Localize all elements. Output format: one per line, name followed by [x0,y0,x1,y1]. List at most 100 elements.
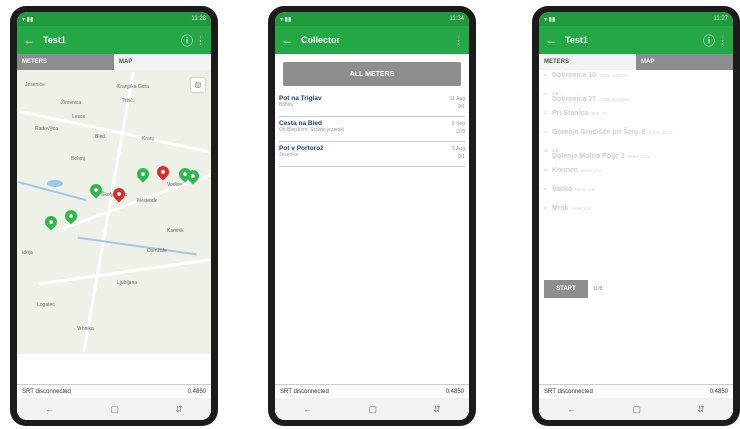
status-bar: ▾ ▮▮ 11:27 [539,12,733,26]
meter-row[interactable]: 17 Mrak Meter info [543,205,729,224]
tab-meters[interactable]: METERS [17,54,114,70]
tab-meters[interactable]: METERS [539,54,636,70]
map-label: Bohinj [71,156,85,162]
meter-name: Dolenje Motno Polje 2 [552,153,625,160]
meter-row[interactable]: 12 Pri Stanica Stan 10 [543,110,729,129]
connection-status: SRT disconnected [280,388,329,395]
map-view[interactable]: Jesenice Kranjska Gora Žirovnica Tržič L… [17,70,211,354]
map-label: Jesenice [25,82,45,88]
meter-number: 17 [543,205,548,210]
nav-home-icon[interactable]: ▢ [110,404,119,415]
nav-recents-icon[interactable]: ⇵ [175,404,183,415]
meter-detail: Stan 10 [591,111,607,116]
connection-bar: SRT disconnected 0.4850 [275,384,469,398]
meter-pin-red[interactable] [154,163,172,181]
info-icon[interactable]: ⓘ [701,32,717,49]
nav-back-icon[interactable]: ← [303,404,312,414]
phone-map: ▾ ▮▮ 11:28 ← Test1 ⓘ ⋮ METERS MAP Jeseni… [10,6,218,426]
map-label: Medvode [137,198,158,204]
all-meters-button[interactable]: ALL METERS [283,62,461,86]
collector-item[interactable]: Pot na Triglav Bohinj 11 Aug 0/1 [279,92,465,117]
item-count: 11/9 [455,129,465,135]
meter-row[interactable]: 14 4.8 Dolenje Motno Polje 2 Meter data [543,148,729,167]
item-date: 5 Aug [452,146,465,152]
meter-row[interactable]: 15 Kremen Meter info [543,167,729,186]
item-count: 0/1 [458,154,465,160]
nav-back-icon[interactable]: ← [567,404,576,414]
start-count: 11/8 [593,286,603,292]
app-bar: ← Collector ⋮ [275,26,469,54]
status-bar: ▾ ▮▮ 11:28 [17,12,211,26]
nav-back-icon[interactable]: ← [45,404,54,414]
meter-pin-green[interactable] [134,165,152,183]
start-button[interactable]: START [544,280,588,298]
meter-number: 15 [543,167,548,172]
meter-name: Dobrovica 10 [552,72,596,79]
tab-map[interactable]: MAP [636,54,733,70]
info-icon[interactable]: ⓘ [179,32,195,49]
tab-bar: METERS MAP [17,54,211,70]
status-time: 11:28 [191,16,206,22]
connection-value: 0.4850 [445,388,464,395]
status-bar: ▾ ▮▮ 11:34 [275,12,469,26]
screen: ▾ ▮▮ 11:34 ← Collector ⋮ ALL METERS Pot … [275,12,469,420]
map-label: Tržič [122,98,133,104]
meter-detail: Some address [598,73,628,78]
back-arrow-icon[interactable]: ← [23,33,43,47]
nav-home-icon[interactable]: ▢ [368,404,377,415]
meter-detail: Meter info [581,168,602,173]
android-nav-bar: ← ▢ ⇵ [17,398,211,420]
meter-name: Pri Stanica [552,110,589,117]
meter-row[interactable]: 16 Vasko Meter info [543,186,729,205]
back-arrow-icon[interactable]: ← [281,33,301,47]
location-button[interactable]: ◎ [191,78,205,92]
meter-name: Kremen [552,167,579,174]
more-menu-icon[interactable]: ⋮ [453,34,464,47]
signal-icon: ▾ ▮▮ [280,16,292,23]
status-time: 11:34 [449,16,464,22]
collector-item[interactable]: Pot v Portorož Jesenice 5 Aug 0/1 [279,142,465,167]
meter-row[interactable]: 13 Gorenje Gradišče pri Šenj. 6 Some plac… [543,129,729,148]
item-sub: Ob Blejskem, Stavno jezerski [279,127,345,133]
android-nav-bar: ← ▢ ⇵ [275,398,469,420]
map-label: Kamnik [167,228,184,234]
meter-pin-green[interactable] [42,213,60,231]
map-label: Kranj [142,136,154,142]
map-river [77,236,197,256]
screen: ▾ ▮▮ 11:27 ← Test1 ⓘ ⋮ METERS MAP 10 Dob… [539,12,733,420]
nav-recents-icon[interactable]: ⇵ [697,404,705,415]
nav-recents-icon[interactable]: ⇵ [433,404,441,415]
connection-value: 0.4850 [709,388,728,395]
android-nav-bar: ← ▢ ⇵ [539,398,733,420]
meter-name: Gorenje Gradišče pri Šenj. 6 [552,129,646,136]
meter-detail: Meter info [575,187,596,192]
back-arrow-icon[interactable]: ← [545,33,565,47]
meter-number: 13 [543,129,548,134]
more-menu-icon[interactable]: ⋮ [195,34,206,47]
page-title: Test1 [565,35,588,45]
item-sub: Bohinj [279,102,293,108]
tab-map[interactable]: MAP [114,54,211,70]
nav-home-icon[interactable]: ▢ [632,404,641,415]
item-date: 8 Sep [451,121,465,127]
map-road [82,71,135,353]
map-label: Idrija [22,250,33,256]
app-bar: ← Test1 ⓘ ⋮ [17,26,211,54]
screen: ▾ ▮▮ 11:28 ← Test1 ⓘ ⋮ METERS MAP Jeseni… [17,12,211,420]
item-name: Pot v Portorož [279,145,324,152]
item-name: Cesta na Bled [279,120,322,127]
meter-row[interactable]: 11 4.8 Dobrovica 37 Additional detail [543,91,729,110]
item-meta: 5 Aug 0/1 [452,145,465,161]
meter-row[interactable]: 10 Dobrovica 10 Some address [543,72,729,91]
app-bar: ← Test1 ⓘ ⋮ [539,26,733,54]
meter-name: Vasko [552,186,573,193]
connection-status: SRT disconnected [544,388,593,395]
collector-item[interactable]: Cesta na Bled Ob Blejskem, Stavno jezers… [279,117,465,142]
item-date: 11 Aug [449,96,465,102]
map-label: Vrhnika [77,326,94,332]
more-menu-icon[interactable]: ⋮ [717,34,728,47]
item-meta: 11 Aug 0/1 [450,95,465,111]
meter-list: 10 Dobrovica 10 Some address 11 4.8 Dobrov… [539,70,733,226]
map-label: Bled [95,134,106,140]
meter-detail: Meter info [571,206,592,211]
